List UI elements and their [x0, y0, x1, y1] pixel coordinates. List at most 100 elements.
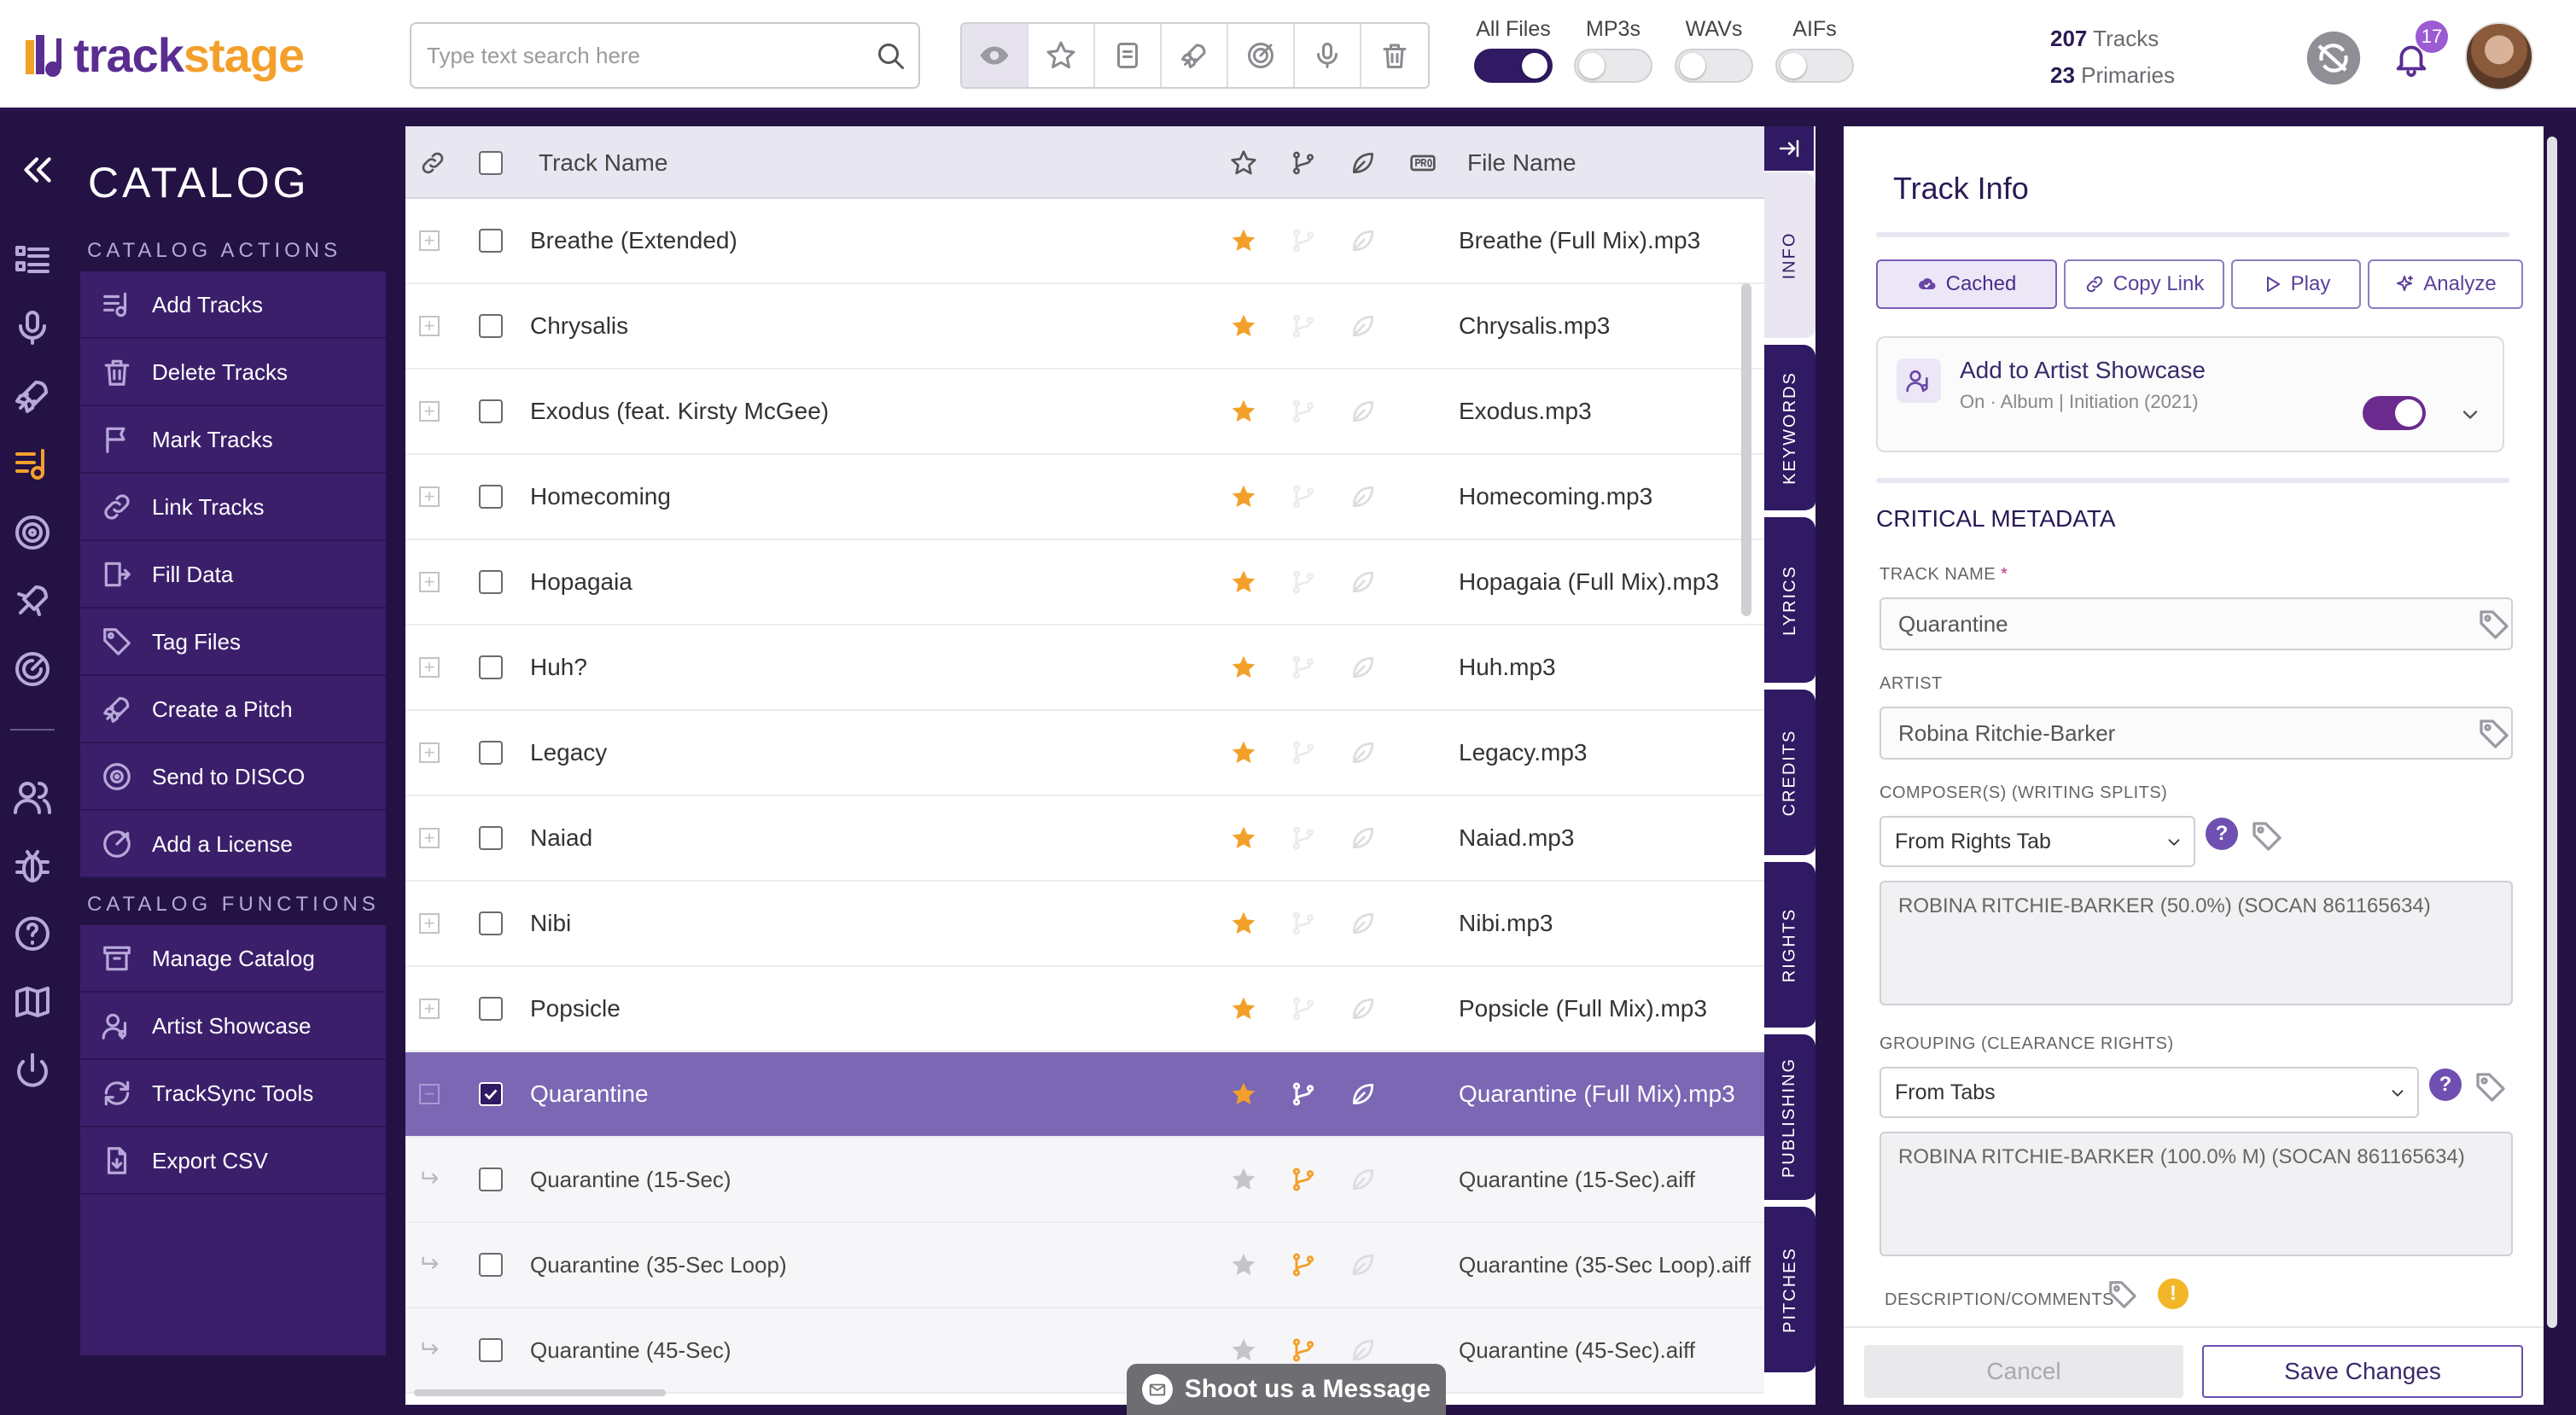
branch-icon[interactable] — [1290, 824, 1317, 852]
track-name-cell[interactable]: Homecoming — [530, 483, 671, 510]
table-row[interactable]: + Popsicle Popsicle (Full Mix).mp3 — [405, 967, 1764, 1052]
panel-scrollbar[interactable] — [2547, 137, 2557, 1328]
link-column-header[interactable] — [419, 126, 446, 199]
table-scrollbar[interactable] — [1741, 283, 1751, 616]
track-name-cell[interactable]: Hopagaia — [530, 568, 632, 596]
branch-icon[interactable] — [1290, 1251, 1317, 1278]
track-name-cell[interactable]: Breathe (Extended) — [530, 227, 737, 254]
composers-textarea[interactable]: ROBINA RITCHIE-BARKER (50.0%) (SOCAN 861… — [1880, 881, 2513, 1005]
warning-icon[interactable]: ! — [2158, 1278, 2188, 1309]
leaf-icon[interactable] — [1349, 1336, 1377, 1364]
leaf-icon[interactable] — [1349, 568, 1377, 596]
map-icon[interactable] — [12, 981, 53, 1022]
branch-icon[interactable] — [1290, 312, 1317, 340]
play-button[interactable]: Play — [2231, 259, 2361, 309]
track-name-cell[interactable]: Nibi — [530, 910, 571, 937]
target-icon[interactable] — [12, 512, 53, 553]
expand-row-icon[interactable]: + — [419, 999, 440, 1019]
menu-item-create-pitch[interactable]: Create a Pitch — [80, 676, 386, 743]
file-name-cell[interactable]: Hopagaia (Full Mix).mp3 — [1459, 568, 1719, 596]
row-checkbox[interactable] — [479, 997, 503, 1021]
tab-info[interactable]: INFO — [1764, 172, 1815, 341]
file-name-cell[interactable]: Huh.mp3 — [1459, 654, 1556, 681]
leaf-icon[interactable] — [1349, 1251, 1377, 1278]
tag-icon[interactable] — [2250, 819, 2284, 853]
row-checkbox[interactable] — [479, 741, 503, 765]
file-name-cell[interactable]: Quarantine (45-Sec).aiff — [1459, 1337, 1695, 1364]
radar-icon[interactable] — [12, 649, 53, 690]
collapse-panel-button[interactable] — [1764, 126, 1814, 171]
branch-icon[interactable] — [1290, 995, 1317, 1022]
row-checkbox[interactable] — [479, 1338, 503, 1362]
star-icon[interactable] — [1230, 654, 1257, 681]
copy-link-button[interactable]: Copy Link — [2064, 259, 2224, 309]
select-all-checkbox[interactable] — [479, 150, 503, 175]
menu-item-manage-catalog[interactable]: Manage Catalog — [80, 925, 386, 993]
branch-icon[interactable] — [1290, 739, 1317, 766]
table-row[interactable]: + Naiad Naiad.mp3 — [405, 796, 1764, 882]
toggle-aifs-switch[interactable] — [1775, 49, 1854, 83]
table-row[interactable]: + Hopagaia Hopagaia (Full Mix).mp3 — [405, 540, 1764, 626]
logo[interactable]: trackstage — [24, 26, 305, 85]
leaf-column-header[interactable] — [1349, 126, 1377, 199]
expand-row-icon[interactable]: + — [419, 828, 440, 848]
expand-row-icon[interactable]: + — [419, 401, 440, 422]
row-checkbox[interactable] — [479, 1082, 503, 1106]
branch-icon[interactable] — [1290, 568, 1317, 596]
star-icon[interactable] — [1230, 483, 1257, 510]
table-row[interactable]: + Chrysalis Chrysalis.mp3 — [405, 284, 1764, 370]
menu-item-add-tracks[interactable]: Add Tracks — [80, 271, 386, 339]
file-name-cell[interactable]: Quarantine (15-Sec).aiff — [1459, 1167, 1695, 1193]
row-checkbox[interactable] — [479, 911, 503, 935]
leaf-icon[interactable] — [1349, 398, 1377, 425]
file-name-cell[interactable]: Homecoming.mp3 — [1459, 483, 1652, 510]
menu-item-mark-tracks[interactable]: Mark Tracks — [80, 406, 386, 474]
menu-item-artist-showcase[interactable]: Artist Showcase — [80, 993, 386, 1060]
table-row[interactable]: + Breathe (Extended) Breathe (Full Mix).mp… — [405, 199, 1764, 284]
star-icon[interactable] — [1230, 910, 1257, 937]
filter-visible-button[interactable] — [962, 24, 1029, 87]
table-row[interactable]: + Nibi Nibi.mp3 — [405, 882, 1764, 967]
row-checkbox[interactable] — [479, 1253, 503, 1277]
menu-item-delete-tracks[interactable]: Delete Tracks — [80, 339, 386, 406]
cancel-button[interactable]: Cancel — [1864, 1345, 2183, 1398]
leaf-icon[interactable] — [1349, 910, 1377, 937]
menu-item-fill-data[interactable]: Fill Data — [80, 541, 386, 609]
expand-row-icon[interactable]: + — [419, 913, 440, 934]
notification-badge[interactable]: 17 — [2416, 20, 2448, 53]
track-name-cell[interactable]: Quarantine (15-Sec) — [530, 1167, 731, 1193]
table-row[interactable]: Quarantine (35-Sec Loop) Quarantine (35-S… — [405, 1223, 1764, 1308]
track-name-cell[interactable]: Quarantine — [530, 1080, 649, 1108]
expand-row-icon[interactable]: + — [419, 657, 440, 678]
file-name-cell[interactable]: Legacy.mp3 — [1459, 739, 1587, 766]
filter-deleted-button[interactable] — [1361, 24, 1428, 87]
star-icon[interactable] — [1230, 1080, 1257, 1108]
track-name-cell[interactable]: Naiad — [530, 824, 592, 852]
expand-row-icon[interactable]: + — [419, 230, 440, 251]
leaf-icon[interactable] — [1349, 1166, 1377, 1193]
expand-row-icon[interactable]: + — [419, 572, 440, 592]
leaf-icon[interactable] — [1349, 824, 1377, 852]
track-name-cell[interactable]: Exodus (feat. Kirsty McGee) — [530, 398, 829, 425]
table-row[interactable]: Quarantine (15-Sec) Quarantine (15-Sec).a… — [405, 1138, 1764, 1223]
microphone-icon[interactable] — [12, 307, 53, 348]
track-name-field[interactable]: Quarantine — [1880, 597, 2513, 650]
menu-item-tag-files[interactable]: Tag Files — [80, 609, 386, 676]
file-name-column-header[interactable]: File Name — [1467, 126, 1576, 199]
expand-row-icon[interactable]: + — [419, 486, 440, 507]
row-checkbox[interactable] — [479, 399, 503, 423]
catalog-icon[interactable] — [12, 444, 53, 485]
leaf-icon[interactable] — [1349, 739, 1377, 766]
table-row[interactable]: + Huh? Huh.mp3 — [405, 626, 1764, 711]
file-name-cell[interactable]: Quarantine (35-Sec Loop).aiff — [1459, 1252, 1751, 1278]
star-icon[interactable] — [1230, 312, 1257, 340]
star-column-header[interactable] — [1230, 126, 1257, 199]
table-row[interactable]: Quarantine (45-Sec) Quarantine (45-Sec).a… — [405, 1308, 1764, 1394]
rocket-icon[interactable] — [12, 376, 53, 416]
search-icon[interactable] — [876, 41, 906, 72]
branch-icon[interactable] — [1290, 654, 1317, 681]
tab-rights[interactable]: RIGHTS — [1764, 862, 1815, 1031]
file-name-cell[interactable]: Exodus.mp3 — [1459, 398, 1592, 425]
leaf-icon[interactable] — [1349, 654, 1377, 681]
table-row[interactable]: + Exodus (feat. Kirsty McGee) Exodus.mp3 — [405, 370, 1764, 455]
